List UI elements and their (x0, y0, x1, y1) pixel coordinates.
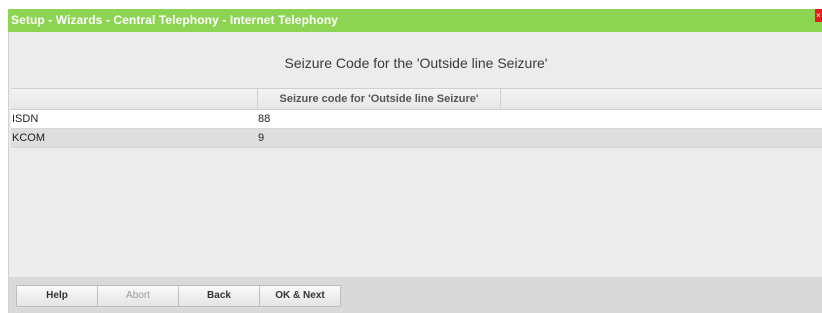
window-title: Setup - Wizards - Central Telephony - In… (11, 13, 339, 27)
page-heading: Seizure Code for the 'Outside line Seizu… (284, 55, 548, 71)
back-button[interactable]: Back (178, 285, 260, 307)
column-header-name (11, 89, 258, 109)
window-titlebar: Setup - Wizards - Central Telephony - In… (8, 9, 822, 33)
seizure-code-table: Seizure code for 'Outside line Seizure' … (11, 88, 822, 148)
abort-button[interactable]: Abort (97, 285, 179, 307)
column-header-seizure-code: Seizure code for 'Outside line Seizure' (258, 89, 501, 109)
wizard-panel: Seizure Code for the 'Outside line Seizu… (8, 32, 822, 313)
ok-next-button[interactable]: OK & Next (259, 285, 341, 307)
table-row-kcom[interactable]: KCOM 9 (11, 129, 822, 148)
button-bar: Help Abort Back OK & Next (9, 277, 822, 313)
row-name: KCOM (12, 132, 45, 144)
row-code[interactable]: 88 (258, 110, 270, 128)
row-name: ISDN (12, 113, 39, 125)
table-header: Seizure code for 'Outside line Seizure' (11, 88, 822, 110)
column-header-empty (501, 89, 822, 109)
table-row-isdn[interactable]: ISDN 88 (11, 110, 822, 129)
help-button[interactable]: Help (16, 285, 98, 307)
close-icon[interactable]: × (815, 9, 822, 22)
row-code[interactable]: 9 (258, 129, 264, 147)
